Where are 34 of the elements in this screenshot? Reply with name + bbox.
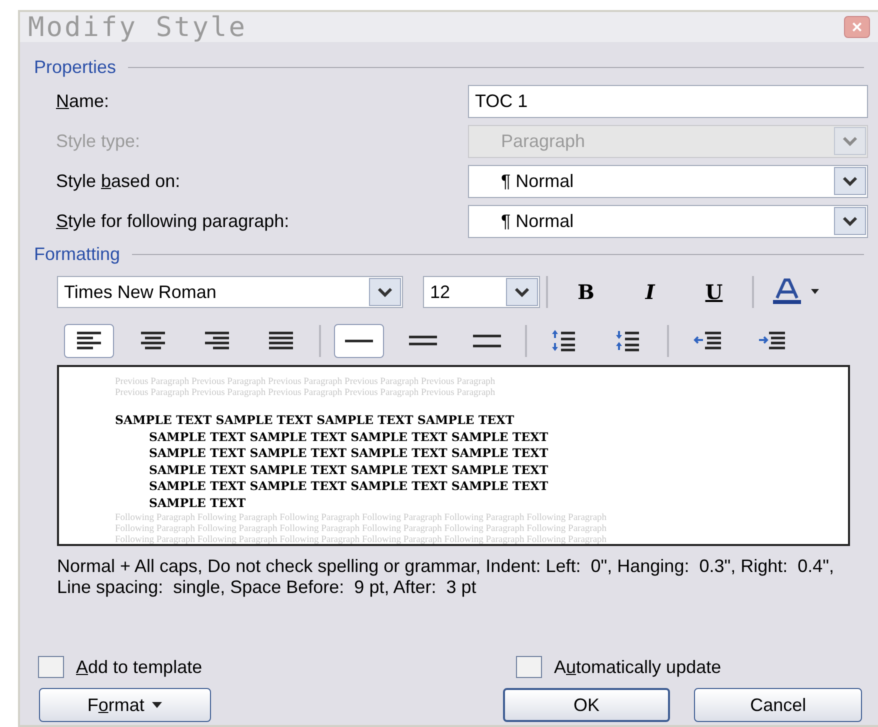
sample-text: SAMPLE TEXT SAMPLE TEXT SAMPLE TEXT SAMPLE TEXT [115, 412, 516, 428]
size-dropdown[interactable]: 12 [423, 276, 540, 308]
single-spacing-button[interactable] [334, 324, 384, 358]
dropdown: Paragraph [468, 124, 868, 158]
single-icon [345, 339, 373, 343]
sample-text: SAMPLE TEXT [148, 494, 247, 511]
italic-button[interactable]: I [625, 275, 675, 309]
align-left-button[interactable] [64, 324, 114, 358]
checkbox[interactable] [38, 656, 64, 678]
window-title: Modify Style [28, 14, 248, 40]
caret-icon [152, 702, 162, 708]
section-heading: Properties [34, 56, 116, 79]
field-label: Name: [56, 90, 110, 112]
dialog-button[interactable]: Cancel [694, 688, 862, 722]
field-label: Style type: [56, 130, 142, 153]
font-dropdown[interactable]: Times New Roman [57, 276, 403, 308]
underline-button[interactable]: U [689, 275, 739, 309]
style-description: Normal + All caps, Do not check spelling or grammar, Indent: Left: 0", Hanging: 0.3", Right: 0.4", Line spacing: single, Space Before: 9 pt, After: 3 pt [56, 555, 836, 599]
dropdown[interactable]: ¶ Normal [468, 204, 868, 238]
checkbox-label: Automatically update [554, 656, 722, 679]
field-label: Style for following paragraph: [56, 210, 290, 233]
checkbox[interactable] [516, 656, 542, 678]
format-menu-button[interactable]: Format [39, 688, 211, 722]
bold-button[interactable]: B [561, 275, 611, 309]
field-label: Style based on: [56, 170, 182, 193]
dropdown[interactable]: ¶ Normal [468, 164, 868, 198]
sample-text: SAMPLE TEXT SAMPLE TEXT SAMPLE TEXT SAMPLE TEXT [148, 478, 550, 494]
sample-text: SAMPLE TEXT SAMPLE TEXT SAMPLE TEXT SAMPLE TEXT [148, 462, 550, 478]
dialog-button[interactable]: OK [502, 688, 670, 722]
section-heading: Formatting [34, 243, 120, 266]
input-field[interactable]: TOC 1 [468, 84, 868, 118]
checkbox-label: Add to template [76, 656, 202, 679]
sample-text: SAMPLE TEXT SAMPLE TEXT SAMPLE TEXT SAMPLE TEXT [148, 445, 550, 462]
sample-text: SAMPLE TEXT SAMPLE TEXT SAMPLE TEXT SAMPLE TEXT [148, 428, 550, 445]
